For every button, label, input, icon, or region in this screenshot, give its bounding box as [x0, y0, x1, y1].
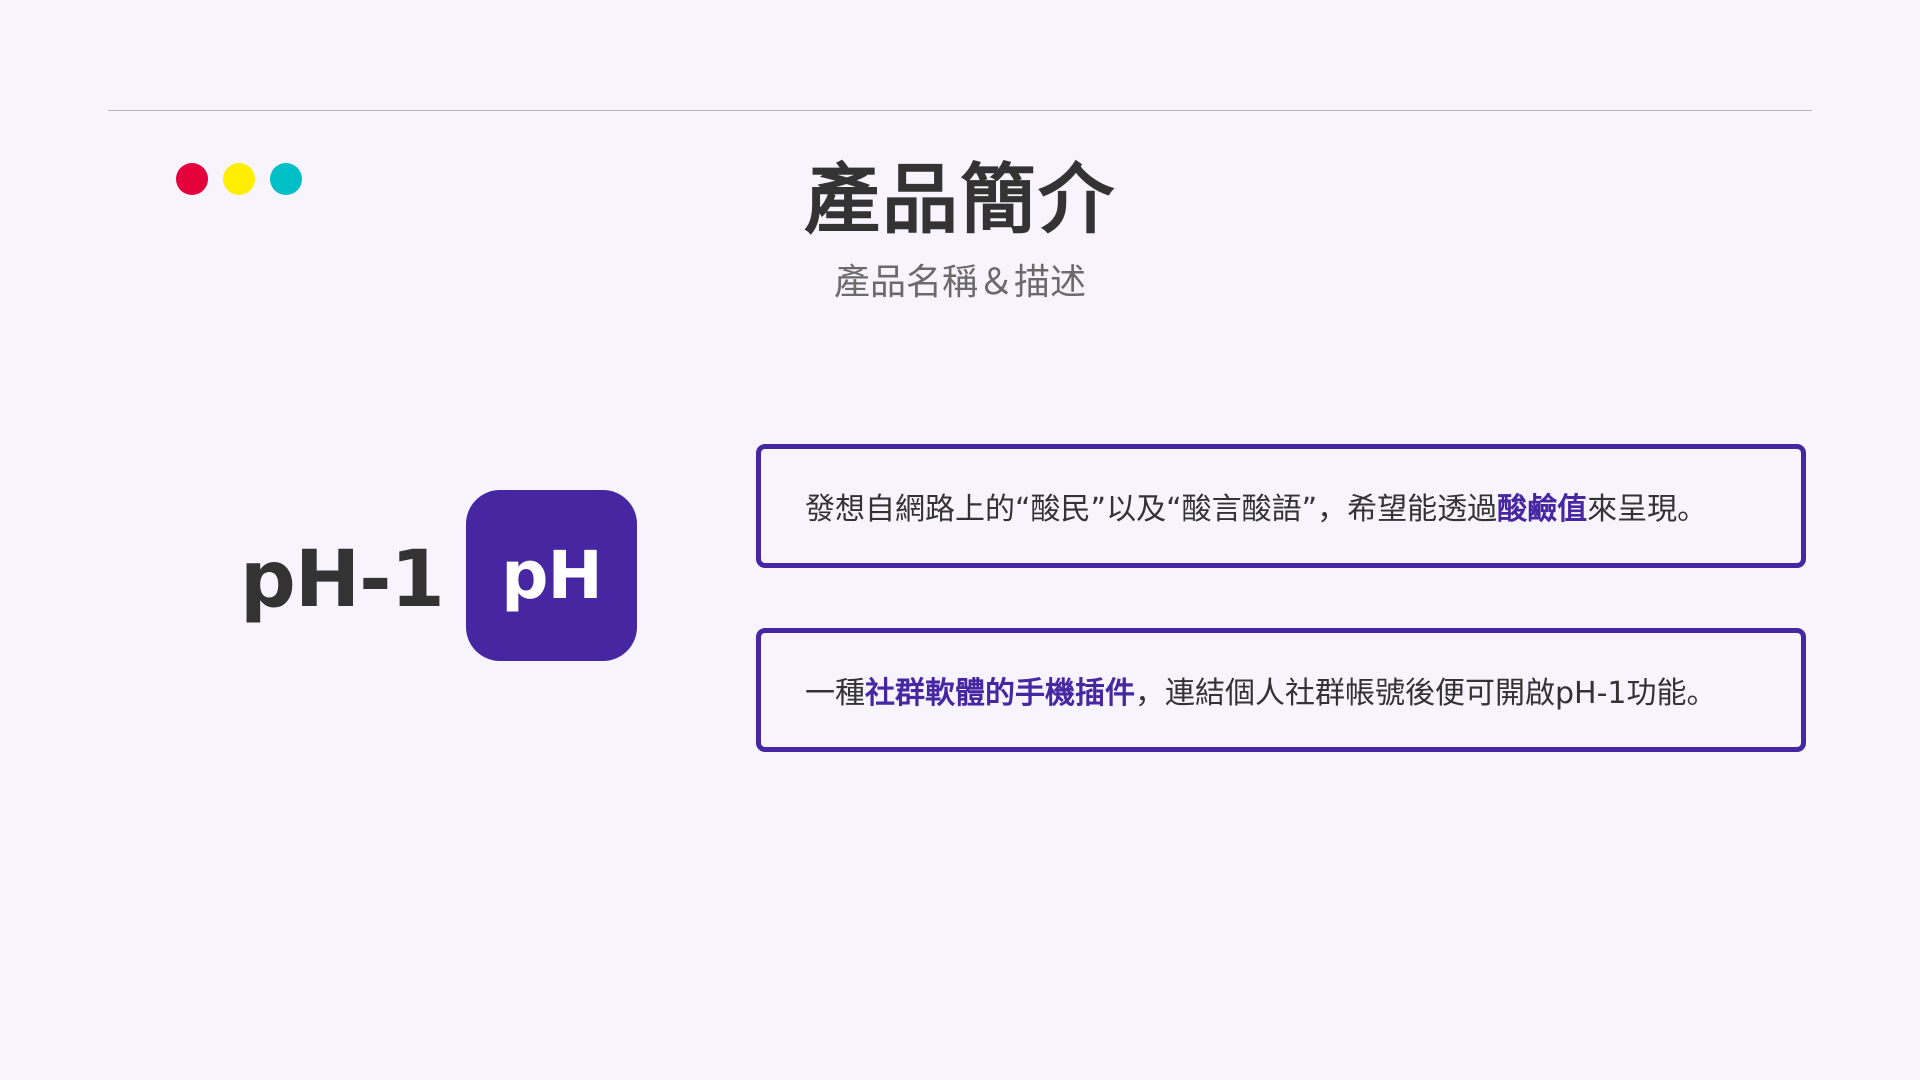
description-text-part: 一種	[805, 676, 865, 711]
description-text-part: 發想自網路上的“酸民”以及“酸言酸語”，希望能透過	[805, 492, 1498, 527]
description-box-product: 一種社群軟體的手機插件，連結個人社群帳號後便可開啟pH-1功能。	[756, 628, 1806, 752]
description-text-part: 來呈現。	[1587, 492, 1708, 527]
page-subtitle: 產品名稱＆描述	[833, 262, 1086, 303]
ph-logo-text: pH	[501, 537, 602, 614]
description-text: 發想自網路上的“酸民”以及“酸言酸語”，希望能透過酸鹼值來呈現。	[805, 484, 1707, 528]
description-text-part: ，連結個人社群帳號後便可開啟pH-1功能。	[1135, 676, 1717, 711]
ph-logo-icon: pH	[466, 490, 637, 661]
description-text: 一種社群軟體的手機插件，連結個人社群帳號後便可開啟pH-1功能。	[805, 668, 1717, 712]
product-name: pH-1	[240, 535, 445, 625]
page-title: 產品簡介	[804, 155, 1116, 244]
description-box-concept: 發想自網路上的“酸民”以及“酸言酸語”，希望能透過酸鹼值來呈現。	[756, 444, 1806, 568]
description-highlight: 社群軟體的手機插件	[865, 676, 1135, 711]
top-divider	[108, 110, 1812, 111]
description-highlight: 酸鹼值	[1497, 492, 1588, 527]
